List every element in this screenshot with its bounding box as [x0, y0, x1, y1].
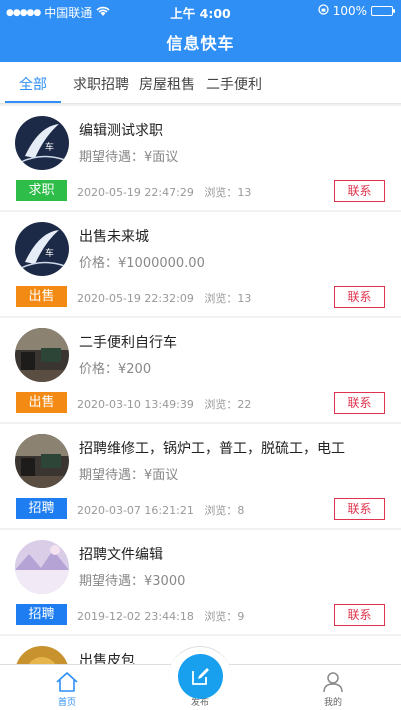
- contact-button[interactable]: 联系: [334, 392, 385, 414]
- post-title: 出售皮包: [79, 653, 135, 664]
- post-subtitle: 期望待遇：¥面议: [79, 468, 179, 483]
- post-title: 编辑测试求职: [79, 123, 163, 139]
- tab-mine[interactable]: 我的: [293, 665, 373, 710]
- battery-percent: 100%: [332, 4, 367, 18]
- post-views: 浏览：13: [204, 186, 252, 199]
- list-item[interactable]: 车 出售未来城 价格：¥1000000.00 出售 2020-05-19 22:…: [0, 212, 401, 316]
- post-subtitle: 期望待遇：¥面议: [79, 150, 179, 165]
- post-list: 车 编辑测试求职 期望待遇：¥面议 求职 2020-05-19 22:47:29…: [0, 104, 401, 664]
- avatar: 车: [15, 222, 69, 276]
- list-item[interactable]: 招聘维修工，锅炉工，普工，脱硫工，电工 期望待遇：¥面议 招聘 2020-03-…: [0, 424, 401, 528]
- post-subtitle: 价格：¥1000000.00: [79, 256, 205, 271]
- tab-secondhand[interactable]: 二手便利: [206, 74, 262, 94]
- post-title: 招聘文件编辑: [79, 547, 163, 563]
- post-meta: 2019-12-02 23:44:18 浏览：9: [77, 608, 244, 624]
- category-badge: 招聘: [16, 498, 67, 519]
- post-subtitle: 价格：¥200: [79, 362, 152, 377]
- svg-text:车: 车: [45, 141, 54, 153]
- home-icon: [56, 672, 78, 692]
- contact-button[interactable]: 联系: [334, 498, 385, 520]
- contact-button[interactable]: 联系: [334, 180, 385, 202]
- category-tabs: 全部 求职招聘 房屋租售 二手便利: [0, 62, 401, 104]
- contact-button[interactable]: 联系: [334, 286, 385, 308]
- category-badge: 出售: [16, 286, 67, 307]
- post-views: 浏览：22: [204, 398, 252, 411]
- edit-icon: [192, 668, 209, 685]
- post-title: 出售未来城: [79, 229, 149, 245]
- contact-button[interactable]: 联系: [334, 604, 385, 626]
- post-meta: 2020-03-10 13:49:39 浏览：22: [77, 396, 251, 412]
- post-date: 2019-12-02 23:44:18: [77, 610, 194, 623]
- avatar: [15, 646, 69, 664]
- battery-icon: [371, 6, 395, 16]
- post-date: 2020-05-19 22:32:09: [77, 292, 194, 305]
- category-badge: 招聘: [16, 604, 67, 625]
- list-item[interactable]: 二手便利自行车 价格：¥200 出售 2020-03-10 13:49:39 浏…: [0, 318, 401, 422]
- tab-all[interactable]: 全部: [19, 74, 47, 94]
- tab-home-label: 首页: [57, 698, 76, 708]
- tab-mine-label: 我的: [323, 698, 342, 708]
- avatar: [15, 540, 69, 594]
- post-views: 浏览：9: [204, 610, 245, 623]
- post-title: 二手便利自行车: [79, 335, 177, 351]
- post-date: 2020-03-10 13:49:39: [77, 398, 194, 411]
- tab-home[interactable]: 首页: [27, 665, 107, 710]
- publish-button[interactable]: [178, 654, 223, 699]
- user-icon: [323, 672, 343, 693]
- page-title: 信息快车: [166, 34, 235, 53]
- tab-housing[interactable]: 房屋租售: [139, 74, 195, 94]
- post-meta: 2020-05-19 22:47:29 浏览：13: [77, 184, 251, 200]
- orientation-lock-icon: [318, 4, 329, 18]
- category-badge: 求职: [16, 180, 67, 201]
- active-tab-indicator: [5, 101, 61, 103]
- tab-jobs[interactable]: 求职招聘: [73, 74, 129, 94]
- post-subtitle: 期望待遇：¥3000: [79, 574, 186, 589]
- avatar: [15, 434, 69, 488]
- avatar: [15, 328, 69, 382]
- app-header: ●●●●● 中国联通 上午 4:00 100% 信息快车: [0, 0, 401, 62]
- status-bar: ●●●●● 中国联通 上午 4:00 100%: [0, 0, 401, 22]
- avatar: 车: [15, 116, 69, 170]
- post-title: 招聘维修工，锅炉工，普工，脱硫工，电工: [79, 441, 345, 457]
- post-meta: 2020-03-07 16:21:21 浏览：8: [77, 502, 244, 518]
- svg-text:车: 车: [45, 247, 54, 259]
- post-date: 2020-05-19 22:47:29: [77, 186, 194, 199]
- list-item[interactable]: 招聘文件编辑 期望待遇：¥3000 招聘 2019-12-02 23:44:18…: [0, 530, 401, 634]
- post-meta: 2020-05-19 22:32:09 浏览：13: [77, 290, 251, 306]
- category-badge: 出售: [16, 392, 67, 413]
- post-date: 2020-03-07 16:21:21: [77, 504, 194, 517]
- post-views: 浏览：8: [204, 504, 245, 517]
- post-views: 浏览：13: [204, 292, 252, 305]
- list-item[interactable]: 车 编辑测试求职 期望待遇：¥面议 求职 2020-05-19 22:47:29…: [0, 106, 401, 210]
